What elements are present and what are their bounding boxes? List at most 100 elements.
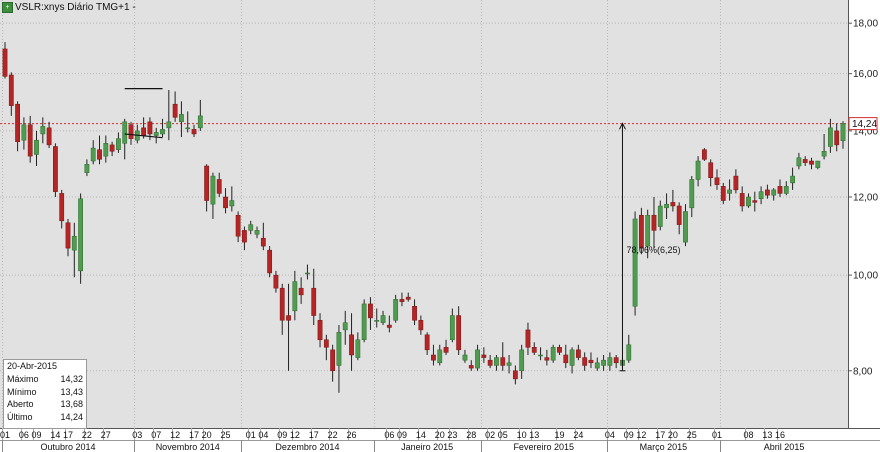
x-day-label: 19 bbox=[554, 430, 564, 440]
x-month-label: Abril 2015 bbox=[764, 442, 805, 452]
info-value: 14,24 bbox=[60, 411, 83, 422]
candle-up bbox=[519, 349, 525, 372]
candle-down bbox=[15, 103, 20, 142]
candle-down bbox=[468, 365, 474, 369]
info-row: Aberto 13,68 bbox=[4, 398, 86, 411]
candle-up bbox=[361, 303, 367, 341]
x-month-label: Outubro 2014 bbox=[40, 442, 95, 452]
candle-up bbox=[122, 121, 128, 144]
candle-down bbox=[582, 357, 588, 366]
candle-up bbox=[437, 349, 443, 364]
candle-down bbox=[512, 370, 518, 380]
candle-up bbox=[796, 157, 802, 167]
candle-down bbox=[279, 287, 285, 321]
candle-up bbox=[229, 200, 235, 207]
info-value: 13,43 bbox=[60, 386, 83, 397]
candle-down bbox=[216, 179, 222, 194]
y-tick-label: 8,00 bbox=[853, 366, 873, 377]
candle-up bbox=[758, 191, 764, 200]
candle-up bbox=[336, 332, 342, 366]
candle-up bbox=[657, 205, 663, 227]
candle-down bbox=[323, 339, 329, 348]
candle-up bbox=[90, 147, 96, 162]
stock-chart-window: 8,00 10,00 12,00 14,00 16,00 18,00 14,24 78,06%… bbox=[0, 0, 880, 452]
candle-up bbox=[695, 160, 701, 180]
candle-up bbox=[380, 315, 386, 323]
candle-up bbox=[254, 230, 260, 235]
y-tick-label: 12,00 bbox=[853, 192, 878, 203]
candle-up bbox=[475, 349, 480, 369]
candle-up bbox=[626, 344, 632, 361]
candle-down bbox=[739, 193, 745, 207]
x-day-label: 09 bbox=[277, 430, 287, 440]
candle-up bbox=[689, 179, 695, 209]
info-label: Último bbox=[7, 411, 33, 422]
x-day-label: 20 bbox=[668, 430, 678, 440]
candle-down bbox=[172, 103, 178, 118]
candle-down bbox=[204, 165, 210, 201]
candlestick-chart[interactable]: 8,0010,0012,0014,0016,0018,0014,2478,06%… bbox=[0, 0, 880, 452]
x-day-label: 22 bbox=[82, 430, 92, 440]
candle-up bbox=[84, 164, 90, 173]
candle-up bbox=[355, 339, 361, 358]
candle-down bbox=[575, 349, 581, 358]
candle-down bbox=[431, 354, 436, 361]
candle-down bbox=[777, 186, 783, 194]
settings-icon[interactable]: + bbox=[2, 2, 13, 13]
x-day-label: 25 bbox=[221, 430, 231, 440]
candle-up bbox=[815, 160, 821, 168]
x-day-label: 24 bbox=[573, 430, 583, 440]
x-day-label: 27 bbox=[101, 430, 111, 440]
candle-down bbox=[563, 354, 569, 364]
x-month-label: Novembro 2014 bbox=[156, 442, 220, 452]
candle-down bbox=[242, 230, 247, 243]
x-day-label: 12 bbox=[170, 430, 180, 440]
candle-up bbox=[632, 218, 638, 307]
candle-down bbox=[191, 129, 197, 135]
candle-up bbox=[197, 115, 203, 129]
x-day-label: 03 bbox=[132, 430, 142, 440]
candle-up bbox=[828, 127, 833, 147]
x-day-label: 09 bbox=[624, 430, 634, 440]
y-tick-label: 16,00 bbox=[853, 69, 878, 80]
x-day-label: 05 bbox=[498, 430, 508, 440]
candle-down bbox=[267, 249, 273, 274]
candle-up bbox=[185, 127, 191, 130]
x-day-label: 08 bbox=[743, 430, 753, 440]
candle-down bbox=[588, 359, 594, 364]
info-value: 14,32 bbox=[60, 374, 83, 384]
info-row: Máximo 14,32 bbox=[4, 373, 86, 386]
candle-down bbox=[714, 177, 720, 185]
candle-down bbox=[97, 149, 102, 160]
candle-up bbox=[160, 129, 165, 135]
candle-up bbox=[790, 175, 795, 184]
candle-down bbox=[809, 160, 814, 165]
candle-down bbox=[500, 357, 506, 366]
x-day-label: 28 bbox=[466, 430, 476, 440]
x-day-label: 25 bbox=[687, 430, 697, 440]
x-day-label: 14 bbox=[50, 430, 60, 440]
candle-down bbox=[386, 324, 392, 328]
candle-up bbox=[116, 138, 121, 150]
candle-down bbox=[670, 202, 676, 207]
candle-down bbox=[53, 146, 58, 192]
candle-down bbox=[2, 48, 8, 77]
x-day-label: 01 bbox=[246, 430, 256, 440]
candle-down bbox=[235, 214, 241, 237]
x-day-label: 02 bbox=[485, 430, 495, 440]
candle-down bbox=[317, 320, 323, 341]
candle-down bbox=[834, 130, 840, 146]
x-day-label: 01 bbox=[712, 430, 722, 440]
candle-down bbox=[59, 193, 65, 222]
candle-up bbox=[727, 189, 732, 194]
candle-up bbox=[506, 362, 512, 366]
candle-up bbox=[569, 349, 575, 366]
candle-up bbox=[683, 211, 688, 243]
x-day-label: 09 bbox=[397, 430, 407, 440]
x-day-label: 17 bbox=[63, 430, 73, 440]
candle-down bbox=[273, 274, 279, 289]
candle-up bbox=[292, 281, 298, 312]
candle-down bbox=[720, 186, 726, 201]
x-day-label: 12 bbox=[290, 430, 300, 440]
candle-up bbox=[607, 357, 613, 366]
